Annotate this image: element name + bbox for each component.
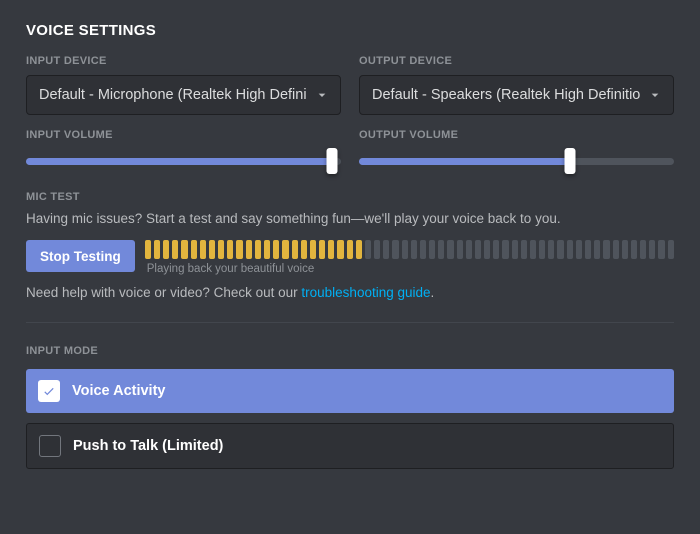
meter-segment: [603, 240, 609, 259]
meter-segment: [236, 240, 242, 259]
meter-segment: [557, 240, 563, 259]
input-volume-label: INPUT VOLUME: [26, 129, 341, 141]
meter-segment: [447, 240, 453, 259]
input-device-value: Default - Microphone (Realtek High Defin…: [39, 87, 308, 103]
meter-segment: [649, 240, 655, 259]
input-device-label: INPUT DEVICE: [26, 55, 341, 67]
meter-segment: [356, 240, 362, 259]
meter-segment: [337, 240, 343, 259]
meter-segment: [594, 240, 600, 259]
mic-level-meter: [145, 240, 674, 259]
meter-segment: [420, 240, 426, 259]
meter-segment: [392, 240, 398, 259]
input-mode-option[interactable]: Voice Activity: [26, 369, 674, 413]
meter-segment: [411, 240, 417, 259]
meter-segment: [539, 240, 545, 259]
meter-segment: [658, 240, 664, 259]
meter-segment: [347, 240, 353, 259]
meter-segment: [429, 240, 435, 259]
input-device-select[interactable]: Default - Microphone (Realtek High Defin…: [26, 75, 341, 115]
meter-segment: [255, 240, 261, 259]
meter-segment: [172, 240, 178, 259]
meter-segment: [402, 240, 408, 259]
input-mode-label: INPUT MODE: [26, 345, 674, 357]
meter-segment: [273, 240, 279, 259]
chevron-down-icon: [647, 87, 663, 103]
meter-segment: [631, 240, 637, 259]
slider-thumb[interactable]: [326, 148, 337, 174]
meter-segment: [292, 240, 298, 259]
meter-segment: [365, 240, 371, 259]
meter-segment: [154, 240, 160, 259]
checkbox-unchecked-icon: [39, 435, 61, 457]
meter-segment: [438, 240, 444, 259]
meter-segment: [567, 240, 573, 259]
meter-segment: [530, 240, 536, 259]
meter-segment: [246, 240, 252, 259]
meter-segment: [328, 240, 334, 259]
meter-segment: [493, 240, 499, 259]
meter-segment: [319, 240, 325, 259]
meter-segment: [613, 240, 619, 259]
output-device-select[interactable]: Default - Speakers (Realtek High Definit…: [359, 75, 674, 115]
meter-segment: [200, 240, 206, 259]
slider-thumb[interactable]: [565, 148, 576, 174]
output-volume-slider[interactable]: [359, 149, 674, 173]
meter-segment: [548, 240, 554, 259]
meter-segment: [282, 240, 288, 259]
meter-segment: [227, 240, 233, 259]
meter-segment: [640, 240, 646, 259]
input-volume-slider[interactable]: [26, 149, 341, 173]
mic-test-description: Having mic issues? Start a test and say …: [26, 211, 674, 226]
divider: [26, 322, 674, 323]
meter-segment: [374, 240, 380, 259]
meter-segment: [484, 240, 490, 259]
meter-segment: [668, 240, 674, 259]
meter-segment: [585, 240, 591, 259]
meter-segment: [163, 240, 169, 259]
meter-segment: [383, 240, 389, 259]
chevron-down-icon: [314, 87, 330, 103]
mic-test-label: MIC TEST: [26, 191, 674, 203]
meter-segment: [218, 240, 224, 259]
meter-segment: [310, 240, 316, 259]
meter-segment: [502, 240, 508, 259]
stop-testing-button[interactable]: Stop Testing: [26, 240, 135, 272]
input-mode-label: Voice Activity: [72, 383, 165, 399]
meter-segment: [145, 240, 151, 259]
input-mode-label: Push to Talk (Limited): [73, 438, 223, 454]
help-text: Need help with voice or video? Check out…: [26, 285, 674, 300]
output-device-label: OUTPUT DEVICE: [359, 55, 674, 67]
meter-segment: [521, 240, 527, 259]
page-title: VOICE SETTINGS: [26, 22, 674, 39]
meter-segment: [264, 240, 270, 259]
meter-segment: [475, 240, 481, 259]
checkbox-checked-icon: [38, 380, 60, 402]
troubleshooting-link[interactable]: troubleshooting guide: [301, 285, 430, 300]
meter-segment: [622, 240, 628, 259]
meter-segment: [301, 240, 307, 259]
meter-segment: [512, 240, 518, 259]
meter-segment: [209, 240, 215, 259]
meter-segment: [466, 240, 472, 259]
meter-segment: [191, 240, 197, 259]
meter-segment: [181, 240, 187, 259]
input-mode-option[interactable]: Push to Talk (Limited): [26, 423, 674, 469]
mic-playback-status: Playing back your beautiful voice: [145, 263, 674, 275]
meter-segment: [457, 240, 463, 259]
output-volume-label: OUTPUT VOLUME: [359, 129, 674, 141]
output-device-value: Default - Speakers (Realtek High Definit…: [372, 87, 641, 103]
meter-segment: [576, 240, 582, 259]
